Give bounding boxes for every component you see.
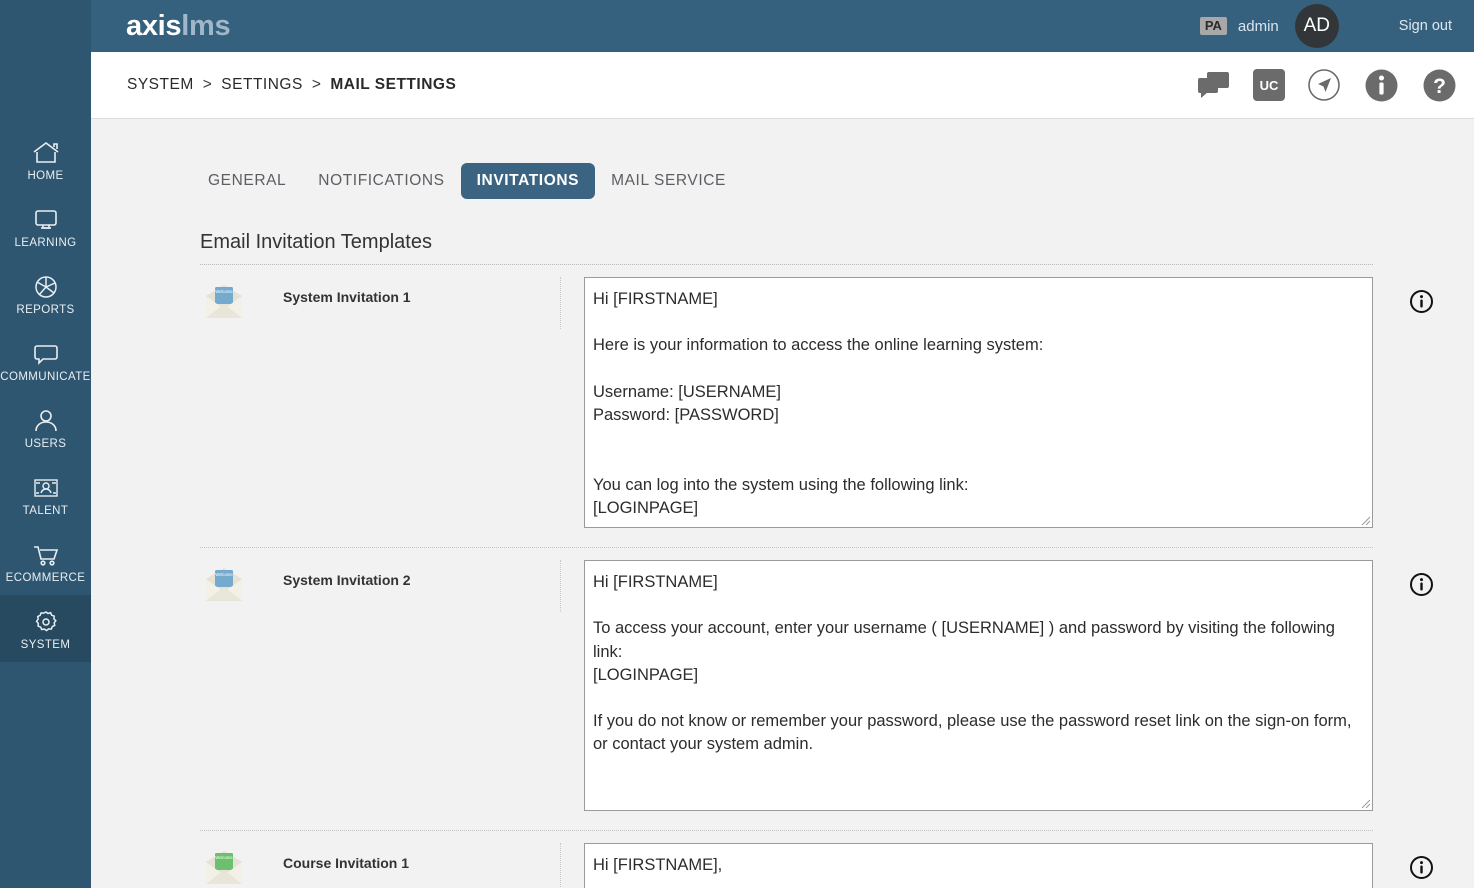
sidebar: HOME LEARNING REPORTS COMMUNICATE USERS …: [0, 0, 91, 888]
id-card-icon: [31, 473, 61, 503]
sidebar-item-communicate[interactable]: COMMUNICATE: [0, 327, 91, 394]
person-icon: [32, 406, 60, 436]
info-circle-icon[interactable]: [1409, 855, 1434, 885]
template-row-info-cell: [1373, 277, 1469, 319]
course-invitation-1-textarea[interactable]: [584, 843, 1373, 888]
main-content: GENERAL NOTIFICATIONS INVITATIONS MAIL S…: [91, 118, 1474, 888]
shopping-cart-icon: [31, 540, 61, 570]
breadcrumb-actions: UC ?: [1196, 67, 1474, 104]
sidebar-item-label: USERS: [24, 437, 67, 450]
breadcrumb-separator: >: [202, 76, 213, 93]
svg-text:Welcome: Welcome: [215, 855, 233, 860]
system-invitation-1-textarea[interactable]: [584, 277, 1373, 528]
gear-icon: [32, 607, 60, 637]
user-name-label: admin: [1237, 17, 1279, 35]
template-row-info-cell: [1373, 560, 1469, 602]
speech-bubble-icon: [31, 339, 61, 369]
sidebar-item-label: REPORTS: [16, 303, 75, 316]
system-invitation-2-textarea[interactable]: [584, 560, 1373, 811]
sidebar-item-label: ECOMMERCE: [5, 571, 86, 584]
app-logo[interactable]: axislms: [126, 9, 231, 42]
breadcrumb-item-current: MAIL SETTINGS: [330, 76, 457, 93]
sidebar-item-label: LEARNING: [14, 236, 77, 249]
pie-chart-icon: [32, 272, 60, 302]
chat-icon[interactable]: [1196, 69, 1232, 101]
breadcrumb-item-system[interactable]: SYSTEM: [127, 76, 194, 94]
top-bar: axislms PA admin AD Sign out: [91, 0, 1474, 52]
breadcrumb-separator: >: [311, 76, 322, 93]
template-row-label-cell: Welcome Course Invitation 1: [200, 843, 561, 888]
envelope-blue-icon: Welcome: [200, 282, 248, 322]
sidebar-item-talent[interactable]: TALENT: [0, 461, 91, 528]
tab-notifications[interactable]: NOTIFICATIONS: [302, 163, 460, 199]
svg-text:Welcome: Welcome: [215, 572, 233, 577]
template-label: System Invitation 2: [283, 572, 411, 588]
sidebar-item-label: COMMUNICATE: [0, 370, 91, 383]
textarea-wrapper: [584, 843, 1373, 888]
sidebar-item-label: HOME: [27, 169, 64, 182]
sidebar-item-reports[interactable]: REPORTS: [0, 260, 91, 327]
template-row: Welcome System Invitation 1: [200, 265, 1433, 548]
breadcrumb-bar: SYSTEM > SETTINGS > MAIL SETTINGS UC ?: [91, 52, 1474, 118]
svg-text:Welcome: Welcome: [215, 289, 233, 294]
sidebar-item-system[interactable]: SYSTEM: [0, 595, 91, 662]
info-circle-icon[interactable]: [1409, 572, 1434, 602]
navigate-icon[interactable]: [1306, 67, 1342, 103]
svg-text:?: ?: [1433, 75, 1446, 98]
tab-mail-service[interactable]: MAIL SERVICE: [595, 163, 742, 199]
template-row-field-cell: [561, 560, 1373, 816]
template-row-label-cell: Welcome System Invitation 2: [200, 560, 561, 612]
logo-text-primary: axis: [126, 9, 182, 42]
template-label: Course Invitation 1: [283, 855, 410, 871]
template-label: System Invitation 1: [283, 289, 411, 305]
info-icon[interactable]: [1363, 67, 1400, 104]
template-row-label-cell: Welcome System Invitation 1: [200, 277, 561, 329]
tab-general[interactable]: GENERAL: [192, 163, 302, 199]
sign-out-link[interactable]: Sign out: [1399, 18, 1452, 34]
uc-badge-label: UC: [1253, 69, 1285, 101]
sidebar-item-home[interactable]: HOME: [0, 126, 91, 193]
breadcrumb-item-settings[interactable]: SETTINGS: [221, 76, 303, 94]
logo-text-secondary: lms: [181, 9, 231, 42]
help-icon[interactable]: ?: [1421, 67, 1458, 104]
home-icon: [31, 138, 61, 168]
monitor-icon: [31, 205, 61, 235]
avatar[interactable]: AD: [1294, 4, 1339, 48]
textarea-wrapper: [584, 277, 1373, 528]
sidebar-item-label: TALENT: [22, 504, 69, 517]
sidebar-item-ecommerce[interactable]: ECOMMERCE: [0, 528, 91, 595]
envelope-blue-icon: Welcome: [200, 565, 248, 605]
template-row-info-cell: [1373, 843, 1469, 885]
template-row-field-cell: [561, 277, 1373, 533]
textarea-wrapper: [584, 560, 1373, 811]
breadcrumb: SYSTEM > SETTINGS > MAIL SETTINGS: [127, 76, 456, 94]
template-row: Welcome System Invitation 2: [200, 548, 1433, 831]
template-row-field-cell: [561, 843, 1373, 888]
template-row: Welcome Course Invitation 1: [200, 831, 1433, 888]
sidebar-item-users[interactable]: USERS: [0, 394, 91, 461]
uc-badge-icon[interactable]: UC: [1253, 69, 1285, 101]
envelope-green-icon: Welcome: [200, 848, 248, 888]
tab-invitations[interactable]: INVITATIONS: [460, 163, 596, 199]
top-bar-right: PA admin AD Sign out: [1199, 4, 1474, 48]
pa-badge[interactable]: PA: [1199, 16, 1227, 36]
tab-bar: GENERAL NOTIFICATIONS INVITATIONS MAIL S…: [91, 119, 1474, 199]
page-root: HOME LEARNING REPORTS COMMUNICATE USERS …: [0, 0, 1474, 888]
sidebar-item-learning[interactable]: LEARNING: [0, 193, 91, 260]
sidebar-item-label: SYSTEM: [20, 638, 71, 651]
info-circle-icon[interactable]: [1409, 289, 1434, 319]
section-title: Email Invitation Templates: [200, 231, 432, 253]
